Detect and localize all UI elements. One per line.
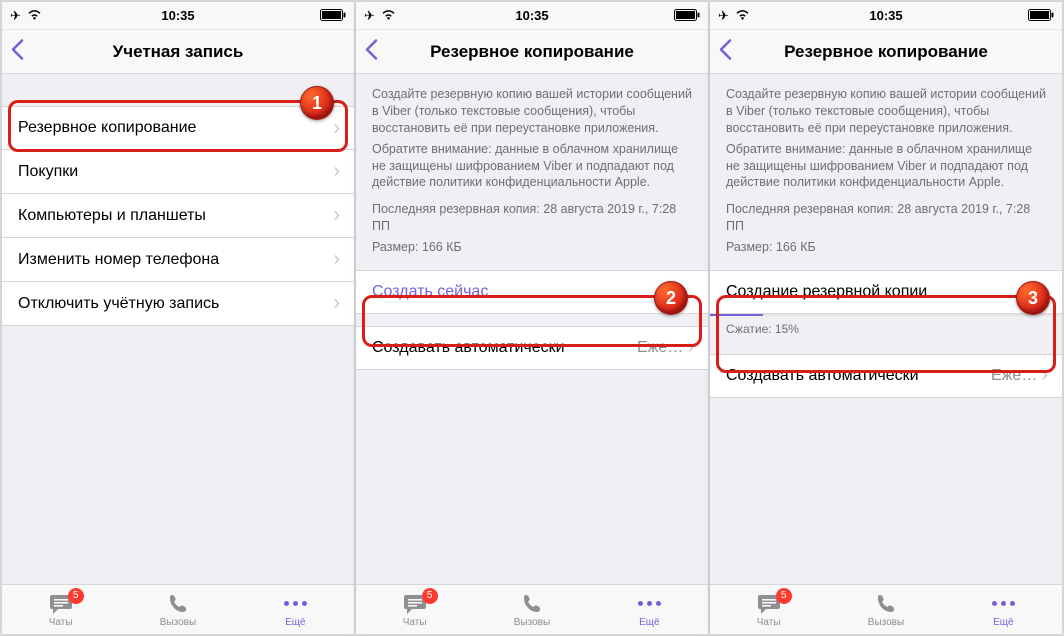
back-button[interactable] — [718, 38, 732, 65]
airplane-mode-icon: ✈︎ — [10, 8, 21, 24]
chevron-right-icon: › — [687, 336, 694, 359]
menu-item-backup[interactable]: Резервное копирование › — [2, 106, 354, 150]
menu-item-purchases[interactable]: Покупки › — [2, 150, 354, 194]
wifi-icon — [27, 8, 42, 23]
auto-backup-row[interactable]: Создавать автоматически Еже… › — [356, 326, 708, 370]
back-button[interactable] — [364, 38, 378, 65]
cell-label: Отключить учётную запись — [18, 295, 333, 313]
status-bar: ✈︎ 10:35 — [2, 2, 354, 30]
battery-icon — [320, 4, 346, 27]
more-icon — [636, 592, 663, 616]
backup-info-text: Создайте резервную копию вашей истории с… — [356, 74, 708, 270]
tab-bar: 5 Чаты Вызовы Ещё — [2, 584, 354, 634]
cell-label: Покупки — [18, 163, 333, 181]
step-marker-1: 1 — [300, 86, 334, 120]
cell-label: Компьютеры и планшеты — [18, 207, 333, 225]
phone-screen-1: ✈︎ 10:35 Учетная запись Резервное копиро… — [2, 2, 354, 634]
tab-chats[interactable]: 5 Чаты — [2, 585, 119, 634]
tab-label: Вызовы — [868, 617, 904, 628]
cell-label: Создавать автоматически — [726, 367, 991, 385]
cell-value: Еже… — [991, 367, 1037, 385]
tab-label: Вызовы — [514, 617, 550, 628]
cell-label: Изменить номер телефона — [18, 251, 333, 269]
tab-label: Ещё — [639, 617, 659, 628]
chats-badge: 5 — [776, 588, 792, 604]
battery-icon — [674, 4, 700, 27]
chevron-right-icon: › — [333, 292, 340, 315]
chevron-right-icon: › — [333, 117, 340, 140]
tab-more[interactable]: Ещё — [591, 585, 708, 634]
tab-label: Чаты — [49, 617, 73, 628]
tab-chats[interactable]: 5 Чаты — [710, 585, 827, 634]
nav-bar: Резервное копирование — [710, 30, 1062, 74]
tab-calls[interactable]: Вызовы — [119, 585, 236, 634]
nav-bar: Учетная запись — [2, 30, 354, 74]
menu-item-computers[interactable]: Компьютеры и планшеты › — [2, 194, 354, 238]
tab-label: Чаты — [757, 617, 781, 628]
cell-label: Резервное копирование — [18, 119, 333, 137]
more-icon — [282, 592, 309, 616]
airplane-mode-icon: ✈︎ — [364, 8, 375, 24]
page-title: Резервное копирование — [430, 42, 634, 62]
status-time: 10:35 — [161, 8, 194, 23]
cell-label: Создать сейчас — [372, 283, 694, 301]
status-bar: ✈︎ 10:35 — [356, 2, 708, 30]
status-time: 10:35 — [515, 8, 548, 23]
chats-badge: 5 — [68, 588, 84, 604]
page-title: Резервное копирование — [784, 42, 988, 62]
auto-backup-row[interactable]: Создавать автоматически Еже… › — [710, 354, 1062, 398]
menu-item-change-number[interactable]: Изменить номер телефона › — [2, 238, 354, 282]
cell-label: Создание резервной копии — [726, 283, 1048, 301]
tab-more[interactable]: Ещё — [237, 585, 354, 634]
progress-bar — [710, 314, 1062, 316]
tab-label: Ещё — [285, 617, 305, 628]
backup-info-text: Создайте резервную копию вашей истории с… — [710, 74, 1062, 270]
tab-bar: 5 Чаты Вызовы Ещё — [710, 584, 1062, 634]
tab-label: Чаты — [403, 617, 427, 628]
chevron-right-icon: › — [333, 248, 340, 271]
status-bar: ✈︎ 10:35 — [710, 2, 1062, 30]
progress-subtext: Сжатие: 15% — [710, 316, 1062, 342]
chevron-right-icon: › — [1041, 364, 1048, 387]
wifi-icon — [381, 8, 396, 23]
backup-in-progress-row: Создание резервной копии — [710, 270, 1062, 314]
page-title: Учетная запись — [113, 42, 244, 62]
cell-label: Создавать автоматически — [372, 339, 637, 357]
tab-bar: 5 Чаты Вызовы Ещё — [356, 584, 708, 634]
menu-item-deactivate[interactable]: Отключить учётную запись › — [2, 282, 354, 326]
tab-calls[interactable]: Вызовы — [473, 585, 590, 634]
tab-calls[interactable]: Вызовы — [827, 585, 944, 634]
step-marker-2: 2 — [654, 281, 688, 315]
chevron-right-icon: › — [333, 160, 340, 183]
status-time: 10:35 — [869, 8, 902, 23]
more-icon — [990, 592, 1017, 616]
chats-badge: 5 — [422, 588, 438, 604]
step-marker-3: 3 — [1016, 281, 1050, 315]
tab-more[interactable]: Ещё — [945, 585, 1062, 634]
wifi-icon — [735, 8, 750, 23]
cell-value: Еже… — [637, 339, 683, 357]
phone-screen-2: ✈︎ 10:35 Резервное копирование Создайте … — [356, 2, 708, 634]
tab-chats[interactable]: 5 Чаты — [356, 585, 473, 634]
phone-screen-3: ✈︎ 10:35 Резервное копирование Создайте … — [710, 2, 1062, 634]
airplane-mode-icon: ✈︎ — [718, 8, 729, 24]
nav-bar: Резервное копирование — [356, 30, 708, 74]
battery-icon — [1028, 4, 1054, 27]
tab-label: Вызовы — [160, 617, 196, 628]
back-button[interactable] — [10, 38, 24, 65]
tab-label: Ещё — [993, 617, 1013, 628]
chevron-right-icon: › — [333, 204, 340, 227]
